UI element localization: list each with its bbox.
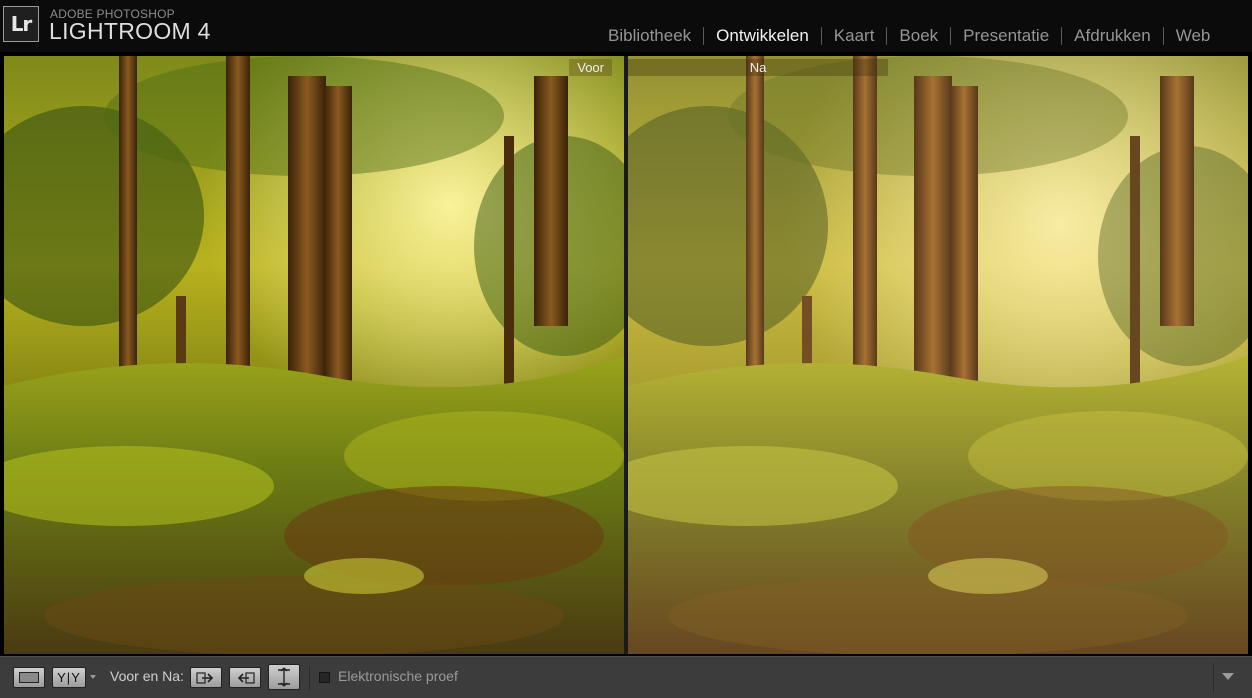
copy-before-to-after-button[interactable] — [190, 667, 222, 688]
module-kaart[interactable]: Kaart — [822, 26, 887, 46]
module-afdrukken[interactable]: Afdrukken — [1062, 26, 1163, 46]
module-boek[interactable]: Boek — [887, 26, 950, 46]
soft-proof-label: Elektronische proef — [338, 668, 458, 684]
module-bibliotheek[interactable]: Bibliotheek — [596, 26, 703, 46]
after-label: Na — [628, 59, 888, 76]
soft-proof-checkbox[interactable] — [319, 672, 330, 683]
lightroom-logo-icon: Lr — [3, 6, 39, 42]
module-ontwikkelen[interactable]: Ontwikkelen — [704, 26, 821, 46]
before-after-viewer: Voor Na — [4, 56, 1248, 654]
loupe-view-icon — [19, 672, 39, 683]
copy-settings-before-to-after-icon — [196, 671, 214, 684]
module-presentatie[interactable]: Presentatie — [951, 26, 1061, 46]
toolbar-separator — [1213, 663, 1214, 693]
forest-photo-after — [628, 56, 1248, 654]
brand-title: LIGHTROOM 4 — [49, 18, 211, 44]
after-panel[interactable]: Na — [628, 56, 1248, 654]
swap-before-after-button[interactable] — [268, 664, 300, 690]
module-picker-bar: Lr ADOBE PHOTOSHOP LIGHTROOM 4 Bibliothe… — [0, 0, 1252, 52]
module-nav: Bibliotheek Ontwikkelen Kaart Boek Prese… — [596, 24, 1222, 48]
loupe-view-button[interactable] — [13, 667, 45, 688]
copy-settings-after-to-before-icon — [237, 671, 255, 684]
forest-photo-before — [4, 56, 624, 654]
copy-after-to-before-button[interactable] — [229, 667, 261, 688]
before-label: Voor — [569, 59, 612, 76]
develop-toolbar: Y|Y Voor en Na: Elektronische proef — [0, 656, 1252, 698]
toolbar-content-menu-icon[interactable] — [1222, 673, 1234, 680]
before-after-view-button[interactable]: Y|Y — [52, 667, 86, 688]
view-mode-dropdown-icon[interactable] — [90, 675, 96, 679]
toolbar-separator — [309, 666, 310, 690]
before-after-label: Voor en Na: — [110, 668, 184, 684]
swap-before-after-icon — [278, 667, 290, 687]
module-web[interactable]: Web — [1164, 26, 1223, 46]
before-panel[interactable]: Voor — [4, 56, 624, 654]
